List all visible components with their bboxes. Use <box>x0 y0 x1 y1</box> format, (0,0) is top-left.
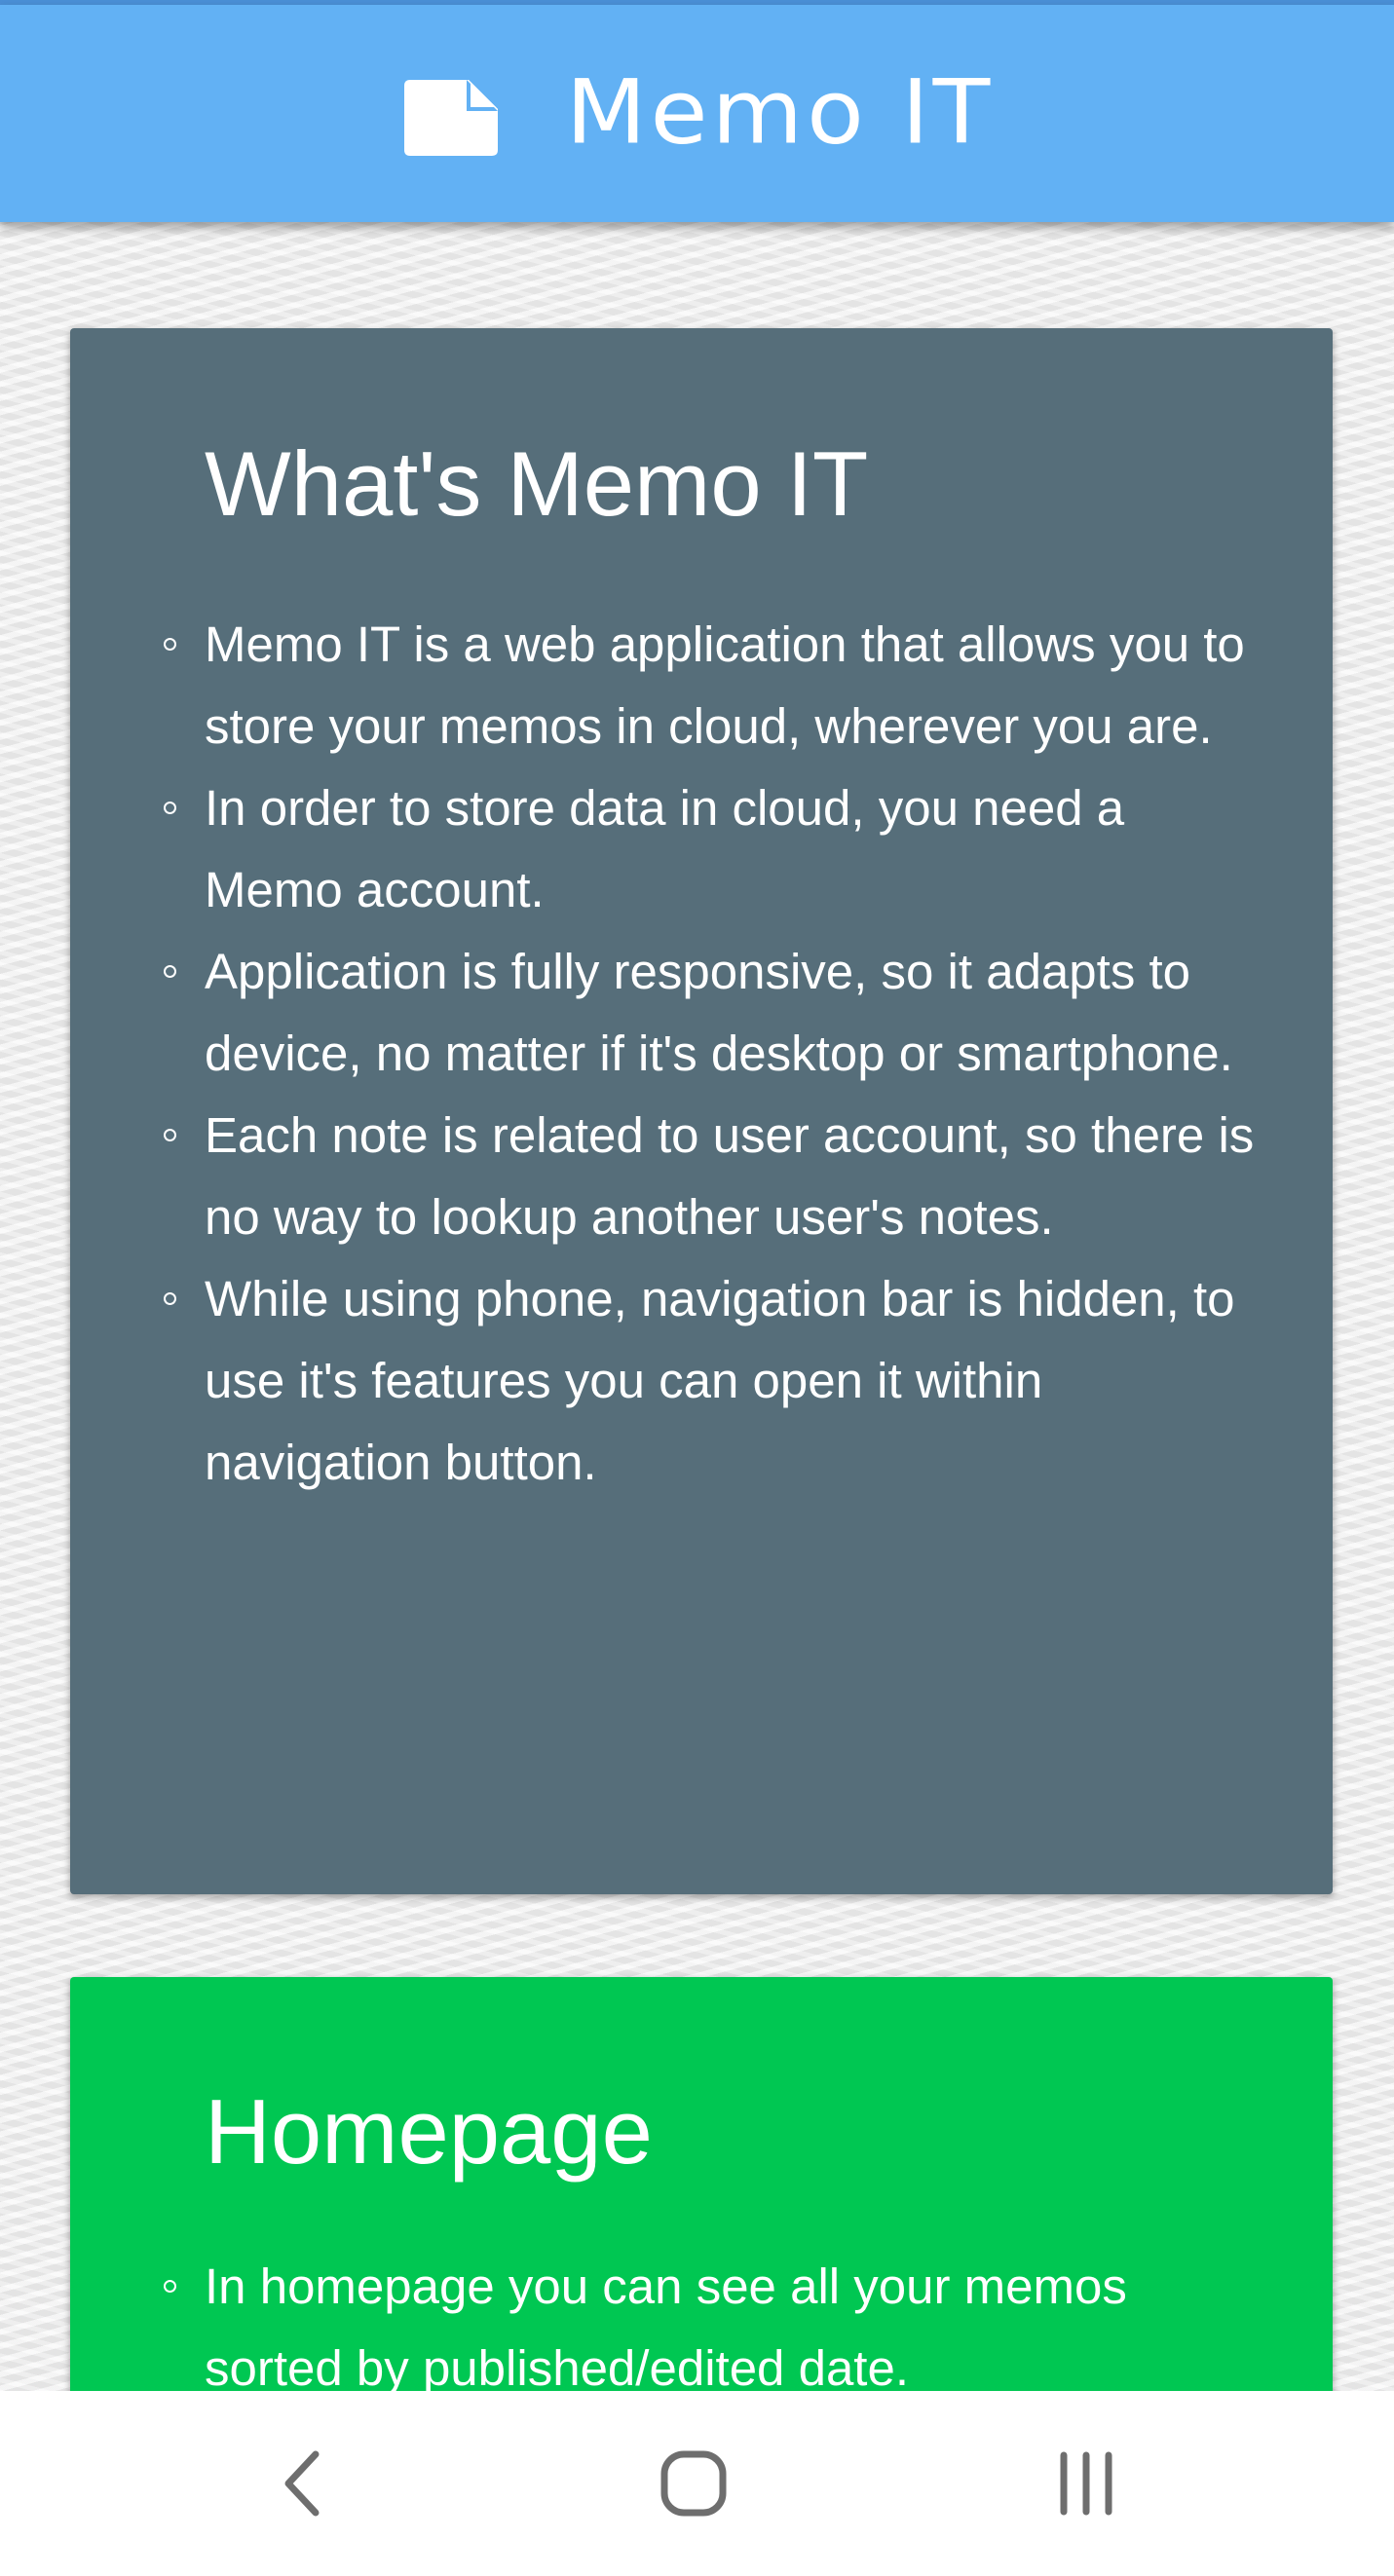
brand[interactable]: Memo IT <box>0 5 1394 222</box>
list-item-text: Application is fully responsive, so it a… <box>205 944 1233 1081</box>
list-item: Each note is related to user account, so… <box>164 1095 1266 1258</box>
note-icon <box>403 79 498 156</box>
list-item-text: In order to store data in cloud, you nee… <box>205 780 1125 917</box>
bullet-icon <box>164 802 176 814</box>
app-header: Memo IT <box>0 5 1394 222</box>
system-navigation-bar <box>0 2391 1394 2576</box>
bullet-icon <box>164 1129 176 1141</box>
homepage-card-title: Homepage <box>205 2080 653 2183</box>
list-item: In order to store data in cloud, you nee… <box>164 767 1266 931</box>
bullet-icon <box>164 965 176 978</box>
home-icon <box>660 2450 727 2517</box>
list-item: Application is fully responsive, so it a… <box>164 931 1266 1095</box>
about-card: What's Memo IT Memo IT is a web applicat… <box>70 328 1333 1894</box>
recents-icon <box>1060 2451 1112 2516</box>
list-item: In homepage you can see all your memos s… <box>164 2246 1266 2409</box>
bullet-icon <box>164 638 176 651</box>
about-feature-list: Memo IT is a web application that allows… <box>164 604 1266 1504</box>
recents-button[interactable] <box>1028 2430 1145 2537</box>
bullet-icon <box>164 2280 176 2293</box>
home-button[interactable] <box>635 2430 752 2537</box>
list-item: Memo IT is a web application that allows… <box>164 604 1266 767</box>
list-item-text: Memo IT is a web application that allows… <box>205 616 1245 754</box>
app-title: Memo IT <box>565 59 995 164</box>
back-icon <box>284 2450 320 2517</box>
homepage-feature-list: In homepage you can see all your memos s… <box>164 2246 1266 2409</box>
list-item-text: While using phone, navigation bar is hid… <box>205 1271 1235 1490</box>
about-card-title: What's Memo IT <box>205 432 869 535</box>
bullet-icon <box>164 1292 176 1305</box>
list-item-text: Each note is related to user account, so… <box>205 1107 1255 1245</box>
list-item-text: In homepage you can see all your memos s… <box>205 2259 1127 2396</box>
list-item: While using phone, navigation bar is hid… <box>164 1258 1266 1504</box>
back-button[interactable] <box>244 2430 360 2537</box>
